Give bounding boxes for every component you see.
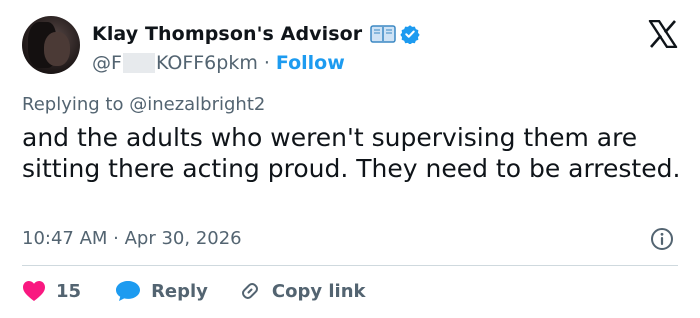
avatar[interactable] <box>22 16 80 74</box>
reply-label: Reply <box>151 280 208 302</box>
handle-suffix[interactable]: KOFF6pkm <box>156 52 258 74</box>
like-button[interactable]: 15 <box>22 280 81 302</box>
reply-mention-link[interactable]: @inezalbright2 <box>129 94 265 115</box>
action-bar: 15 Reply Copy link <box>22 276 366 306</box>
link-icon <box>241 283 258 299</box>
tweet-text: and the adults who weren't supervising t… <box>22 123 681 183</box>
handle-prefix[interactable]: @F <box>92 52 122 74</box>
display-name[interactable]: Klay Thompson's Advisor <box>92 23 362 45</box>
speech-bubble-icon <box>116 281 141 301</box>
tweet-timestamp[interactable]: 10:47 AM · Apr 30, 2026 <box>22 228 242 249</box>
replying-to: Replying to @inezalbright2 <box>22 94 265 115</box>
verified-badge-icon <box>400 25 420 44</box>
like-count: 15 <box>56 280 82 302</box>
open-book-icon <box>370 25 397 43</box>
handle-redaction <box>122 53 155 73</box>
avatar-face <box>44 32 70 66</box>
follow-button[interactable]: Follow <box>276 52 345 74</box>
name-row: Klay Thompson's Advisor <box>92 22 420 46</box>
replying-prefix: Replying to <box>22 94 124 115</box>
divider <box>22 265 678 266</box>
reply-button[interactable]: Reply <box>115 280 208 302</box>
x-logo-icon[interactable] <box>648 20 678 48</box>
author-header: Klay Thompson's Advisor @F KOFF6pkm · Fo… <box>92 22 420 74</box>
handle-separator: · <box>263 52 270 74</box>
copy-link-button[interactable]: Copy link <box>238 279 366 303</box>
tweet-card: Klay Thompson's Advisor @F KOFF6pkm · Fo… <box>0 0 700 318</box>
info-icon[interactable] <box>650 227 674 251</box>
copy-link-label: Copy link <box>271 280 366 302</box>
handle-row: @F KOFF6pkm · Follow <box>92 52 420 74</box>
heart-icon <box>23 281 45 301</box>
